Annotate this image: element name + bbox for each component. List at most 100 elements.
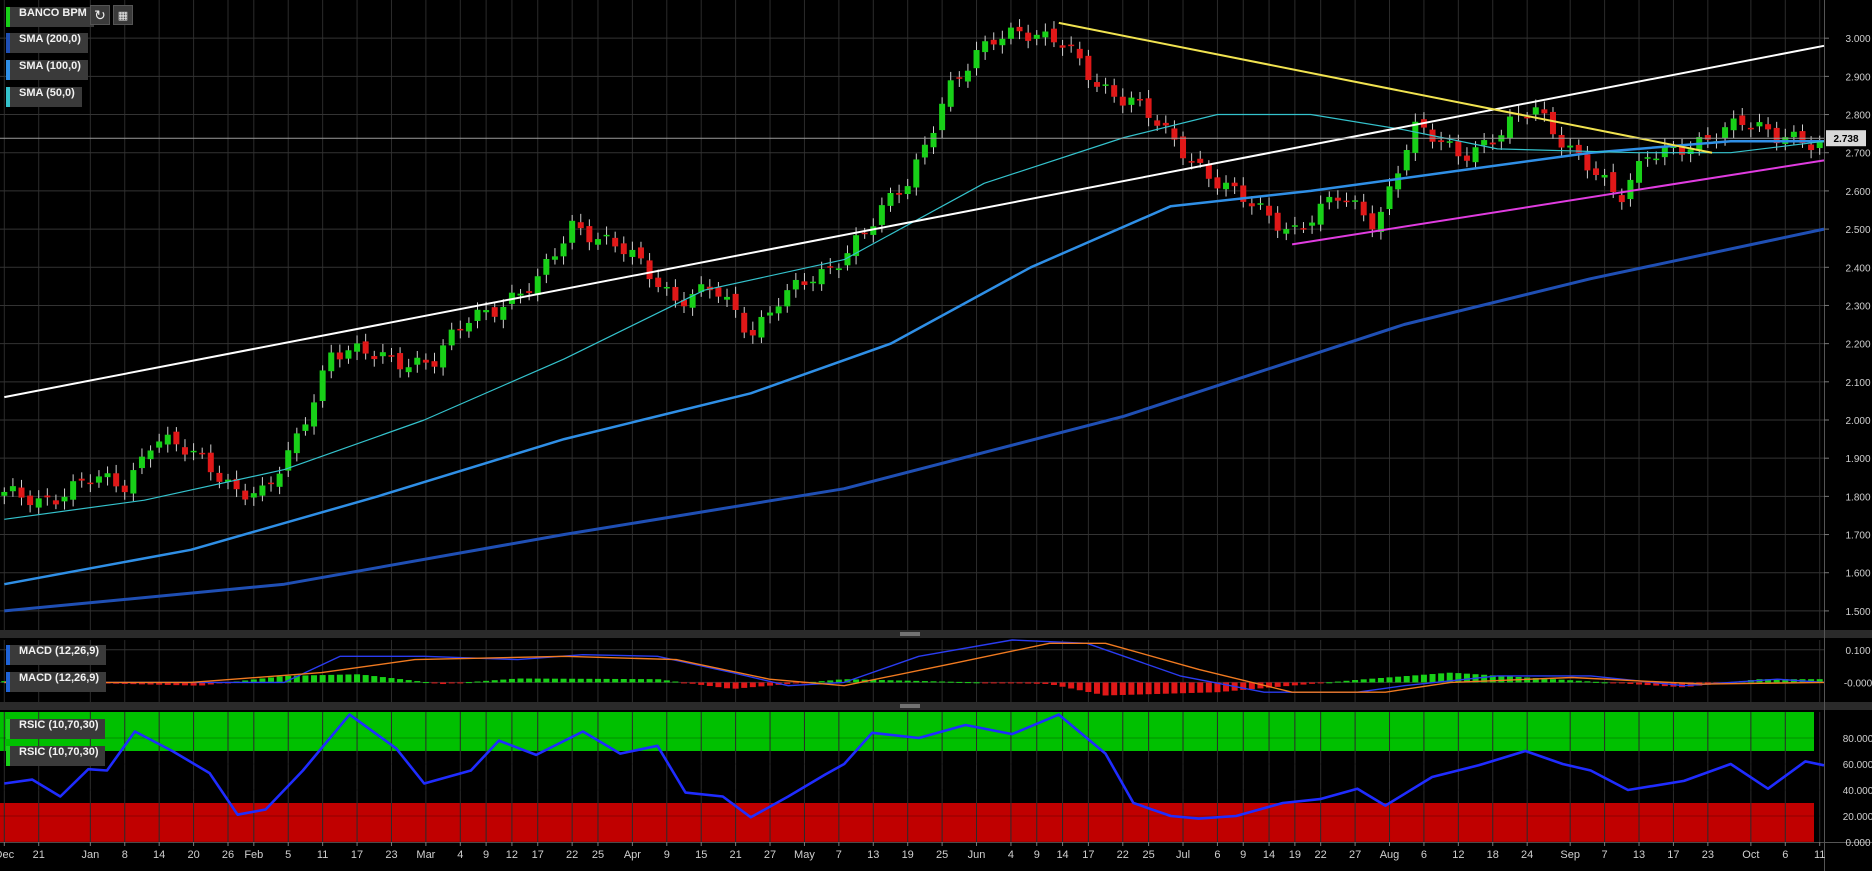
macd-bar-up: [964, 682, 971, 684]
candle-up: [276, 473, 283, 487]
candle-up: [767, 312, 774, 316]
candle-down: [397, 353, 404, 370]
macd-bar-up: [1498, 675, 1505, 683]
macd-bar-down: [1050, 682, 1057, 685]
macd-bar-up: [878, 680, 885, 683]
macd-bar-down: [698, 682, 705, 685]
y-tick-label: 2.400: [1845, 263, 1870, 274]
x-tick-label: 20: [187, 849, 199, 861]
x-tick-label: Mar: [416, 849, 435, 861]
macd-bar-up: [887, 680, 894, 683]
macd-bar-up: [663, 680, 670, 683]
macd-bar-down: [724, 682, 731, 689]
x-tick-label: 12: [506, 849, 518, 861]
candle-up: [913, 159, 920, 188]
candle-up: [354, 343, 361, 352]
candle-down: [27, 495, 34, 506]
x-tick-label: Feb: [244, 849, 263, 861]
x-tick-label: Sep: [1560, 849, 1580, 861]
candle-down: [1274, 212, 1281, 231]
candle-up: [1326, 196, 1333, 203]
candle-up: [1223, 182, 1230, 190]
candle-down: [1016, 26, 1023, 32]
candle-down: [336, 352, 343, 360]
macd-bar-down: [1025, 682, 1032, 684]
candle-up: [921, 144, 928, 158]
x-tick-label: 12: [1452, 849, 1464, 861]
macd-bar-down: [1085, 682, 1092, 692]
rsi-overbought-zone: [0, 712, 1814, 751]
indicator-tag-rsic[interactable]: RSIC (10,70,30): [6, 719, 106, 739]
x-tick-label: 6: [1214, 849, 1220, 861]
candle-down: [1188, 161, 1195, 163]
indicator-tag-sma-100[interactable]: SMA (100,0): [6, 60, 88, 80]
macd-bar-down: [1093, 682, 1100, 694]
candle-up: [302, 424, 309, 431]
candle-up: [1506, 116, 1513, 139]
macd-bar-down: [448, 682, 455, 684]
indicator-tag-sma-50[interactable]: SMA (50,0): [6, 87, 82, 107]
candle-up: [1636, 161, 1643, 183]
macd-bar-up: [474, 681, 481, 683]
candle-up: [1756, 122, 1763, 127]
macd-bar-up: [1575, 680, 1582, 683]
candle-down: [1154, 120, 1161, 126]
chart-canvas[interactable]: 3.000 2.900 2.800 2.700 2.600 2.500 2.400 2.300…: [0, 0, 1872, 871]
x-tick-label: 17: [1082, 849, 1094, 861]
macd-bar-up: [276, 676, 283, 683]
candle-down: [1455, 141, 1462, 157]
x-tick-label: 9: [1034, 849, 1040, 861]
macd-bar-up: [637, 679, 644, 683]
candle-down: [861, 232, 868, 235]
indicator-tag-macd-2[interactable]: MACD (12,26,9): [6, 672, 107, 692]
candle-up: [818, 269, 825, 285]
candle-down: [199, 452, 206, 455]
indicator-tag-macd[interactable]: MACD (12,26,9): [6, 645, 107, 665]
candle-down: [1463, 155, 1470, 161]
macd-bar-up: [930, 681, 937, 683]
symbol-tag[interactable]: BANCO BPM: [6, 7, 94, 27]
candle-up: [1007, 27, 1014, 39]
x-tick-label: Jul: [1176, 849, 1190, 861]
candle-down: [526, 291, 533, 293]
macd-bar-up: [612, 678, 619, 683]
chart-settings-button[interactable]: ▦: [113, 5, 133, 25]
indicator-tag-rsic-2[interactable]: RSIC (10,70,30): [6, 746, 106, 766]
candle-up: [1102, 84, 1109, 86]
candle-down: [612, 237, 619, 247]
candle-down: [586, 226, 593, 243]
x-tick-label: 15: [695, 849, 707, 861]
candle-up: [95, 476, 102, 483]
indicator-tag-sma-200[interactable]: SMA (200,0): [6, 33, 88, 53]
x-tick-label: May: [794, 849, 815, 861]
macd-bar-up: [1429, 674, 1436, 683]
candle-down: [113, 473, 120, 487]
y-axis-border: [1824, 0, 1825, 871]
y-tick-label: 1.600: [1845, 569, 1870, 580]
candle-down: [207, 452, 214, 473]
candle-up: [982, 41, 989, 53]
macd-bar-up: [1334, 681, 1341, 683]
refresh-button[interactable]: ↻: [90, 5, 110, 25]
y-tick-label: 80.000: [1843, 734, 1872, 745]
y-tick-label: 2.200: [1845, 340, 1870, 351]
candle-up: [1644, 157, 1651, 159]
candle-up: [1627, 179, 1634, 200]
candle-up: [319, 370, 326, 401]
candle-up: [1722, 127, 1729, 139]
candle-down: [1541, 109, 1548, 114]
macd-bar-up: [818, 681, 825, 683]
x-tick-label: Apr: [624, 849, 641, 861]
macd-bar-up: [629, 679, 636, 683]
candle-up: [138, 456, 145, 469]
macd-bar-down: [1059, 682, 1066, 687]
candle-up: [663, 286, 670, 289]
macd-bar-up: [551, 678, 558, 683]
candle-down: [1111, 85, 1118, 97]
candle-up: [629, 249, 636, 257]
candle-down: [422, 359, 429, 363]
candle-up: [603, 234, 610, 237]
candle-down: [646, 260, 653, 280]
x-tick-label: Jun: [968, 849, 986, 861]
candle-down: [732, 293, 739, 310]
